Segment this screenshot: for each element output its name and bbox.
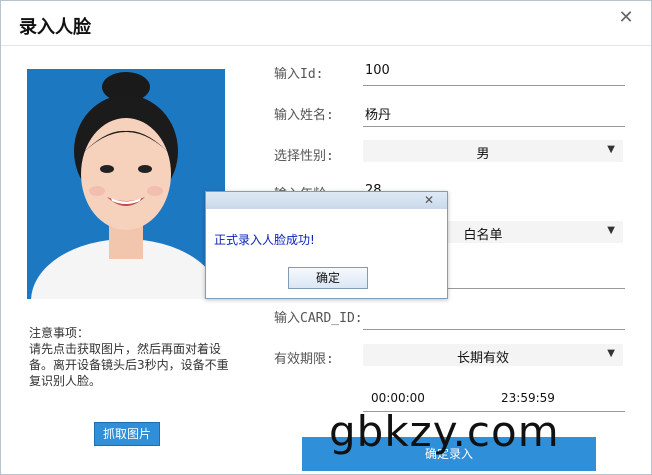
dialog-ok-button[interactable]: 确定 — [288, 267, 368, 289]
face-enroll-window: 录入人脸 ✕ 注意事项： 请先点击获取图片，然后再面对着设备。离开设备镜头后3秒… — [0, 0, 652, 475]
title-bar: 录入人脸 ✕ — [1, 1, 651, 46]
name-underline — [363, 126, 625, 127]
close-icon[interactable]: ✕ — [617, 9, 635, 27]
validity-label: 有效期限: — [274, 352, 334, 367]
gender-label: 选择性别: — [274, 149, 334, 164]
end-time-input[interactable]: 23:59:59 — [501, 391, 555, 405]
name-label: 输入姓名: — [274, 108, 334, 123]
instructions: 注意事项： 请先点击获取图片，然后再面对着设备。离开设备镜头后3秒内，设备不重复… — [29, 325, 239, 389]
watermark-text: gbkzy.com — [329, 407, 560, 456]
instructions-heading: 注意事项： — [29, 326, 90, 340]
name-input[interactable]: 杨丹 — [365, 104, 391, 123]
instructions-body: 请先点击获取图片，然后再面对着设备。离开设备镜头后3秒内，设备不重复识别人脸。 — [29, 342, 229, 388]
window-title: 录入人脸 — [19, 17, 91, 38]
id-label: 输入Id: — [274, 67, 324, 82]
chevron-down-icon: ▼ — [607, 144, 615, 155]
success-dialog: ✕ 正式录入人脸成功! 确定 — [205, 191, 448, 299]
chevron-down-icon: ▼ — [607, 225, 615, 236]
capture-image-button[interactable]: 抓取图片 — [94, 422, 160, 446]
id-input[interactable]: 100 — [365, 63, 390, 78]
start-time-input[interactable]: 00:00:00 — [371, 391, 425, 405]
chevron-down-icon: ▼ — [607, 348, 615, 359]
card-id-input[interactable] — [363, 329, 625, 330]
card-id-label: 输入CARD_ID: — [274, 311, 363, 326]
gender-selected: 男 — [476, 147, 490, 162]
dialog-body: 正式录入人脸成功! 确定 — [206, 209, 447, 298]
portrait-illustration — [27, 69, 225, 299]
face-photo — [27, 69, 225, 299]
gender-select[interactable]: 男 ▼ — [363, 140, 623, 162]
dialog-close-icon[interactable]: ✕ — [415, 193, 443, 207]
dialog-title-bar: ✕ — [206, 192, 447, 209]
validity-select[interactable]: 长期有效 ▼ — [363, 344, 623, 366]
validity-selected: 长期有效 — [456, 351, 509, 366]
dialog-message: 正式录入人脸成功! — [214, 233, 315, 247]
id-underline — [363, 85, 625, 86]
